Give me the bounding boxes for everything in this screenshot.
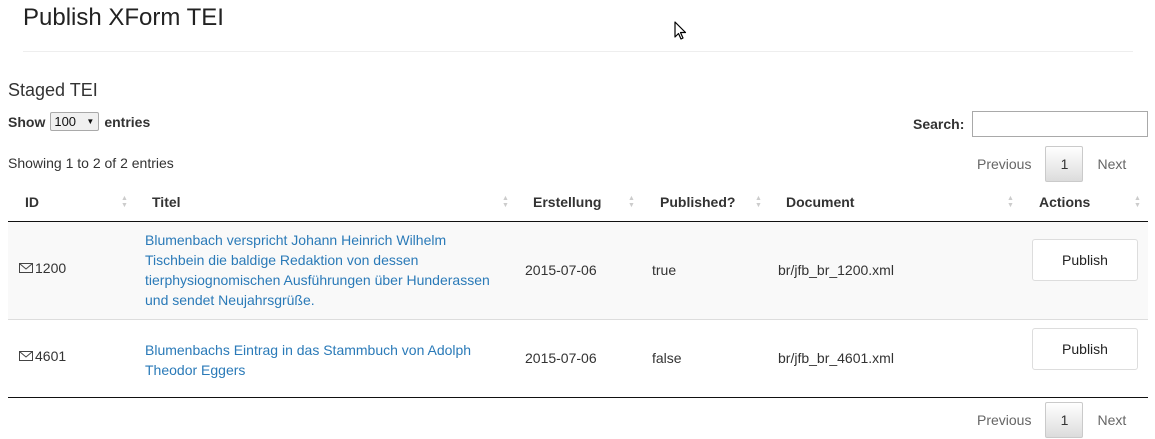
pagination-top: Previous 1 Next [963,146,1140,182]
publish-button[interactable]: Publish [1032,239,1138,281]
previous-page-button[interactable]: Previous [963,156,1045,172]
publish-button[interactable]: Publish [1032,328,1138,370]
entries-per-page-value: 100 [54,114,77,129]
title-divider [23,51,1133,52]
table-info: Showing 1 to 2 of 2 entries [8,155,174,171]
column-header-actions[interactable]: Actions [1039,194,1090,210]
length-suffix: entries [104,113,151,130]
staged-tei-table: ID ▲ ▼ Titel ▲ ▼ Erstellung ▲ ▼ Published? … [8,183,1148,398]
search-label: Search: [913,116,965,132]
sort-both-icon[interactable]: ▲ ▼ [121,195,128,209]
title-link[interactable]: Blumenbach verspricht Johann Heinrich Wi… [145,230,505,310]
current-page-button[interactable]: 1 [1045,402,1084,438]
envelope-icon [19,351,33,361]
column-header-titel[interactable]: Titel [152,194,181,210]
search-control: Search: [913,111,1149,137]
sort-both-icon[interactable]: ▲ ▼ [755,195,762,209]
sort-both-icon[interactable]: ▲ ▼ [628,195,635,209]
table-header: ID ▲ ▼ Titel ▲ ▼ Erstellung ▲ ▼ Published? … [8,183,1148,222]
mouse-pointer-icon [674,21,687,40]
current-page-button[interactable]: 1 [1045,146,1084,182]
published-status: true [652,262,677,278]
previous-page-button[interactable]: Previous [963,412,1045,428]
id-cell: 4601 [19,348,66,364]
length-prefix: Show [8,113,46,130]
column-header-published[interactable]: Published? [660,194,735,210]
column-header-id[interactable]: ID [25,194,39,210]
document-path: br/jfb_br_4601.xml [778,350,894,366]
sort-both-icon[interactable]: ▲ ▼ [1134,195,1141,209]
page-title: Publish XForm TEI [23,4,224,31]
row-id: 1200 [35,260,67,276]
next-page-button[interactable]: Next [1083,412,1140,428]
document-path: br/jfb_br_1200.xml [778,262,894,278]
title-link[interactable]: Blumenbachs Eintrag in das Stammbuch von… [145,340,505,380]
column-header-erstellung[interactable]: Erstellung [533,194,601,210]
dropdown-arrow-icon: ▼ [86,117,95,126]
created-date: 2015-07-06 [525,350,597,366]
pagination-bottom: Previous 1 Next [963,402,1140,438]
entries-per-page-select[interactable]: 100 ▼ [50,112,100,131]
published-status: false [652,350,682,366]
table-row: 4601 Blumenbachs Eintrag in das Stammbuc… [8,320,1148,398]
sort-both-icon[interactable]: ▲ ▼ [502,195,509,209]
row-id: 4601 [35,348,67,364]
table-row: 1200 Blumenbach verspricht Johann Heinri… [8,222,1148,320]
column-header-document[interactable]: Document [786,194,854,210]
entries-length-control: Show 100 ▼ entries [8,112,150,131]
section-title: Staged TEI [8,80,98,100]
sort-both-icon[interactable]: ▲ ▼ [1007,195,1014,209]
envelope-icon [19,263,33,273]
next-page-button[interactable]: Next [1083,156,1140,172]
created-date: 2015-07-06 [525,262,597,278]
search-input[interactable] [972,111,1149,137]
id-cell: 1200 [19,260,66,276]
